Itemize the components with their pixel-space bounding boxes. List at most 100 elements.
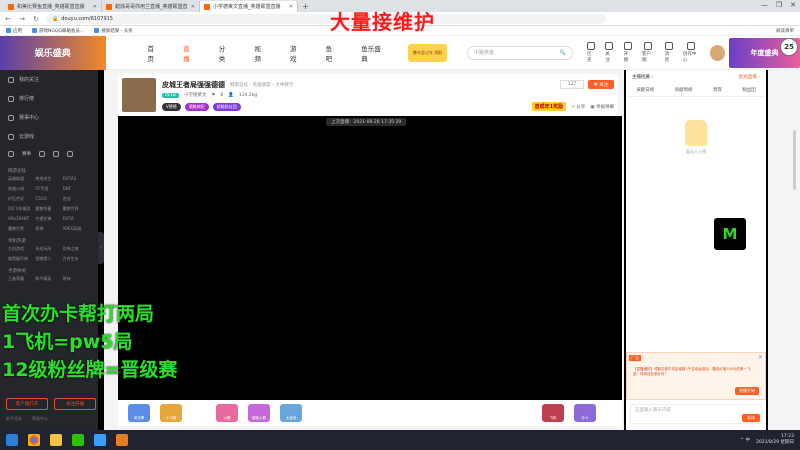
footer-link[interactable]: 新手任务 — [6, 416, 22, 422]
category-link[interactable]: CSGO — [35, 196, 62, 202]
tray-icons[interactable]: ^ 中 — [740, 437, 750, 443]
category-link[interactable]: 穿越火线 — [8, 186, 35, 192]
sidebar-item-events[interactable]: 赛事中心 — [0, 108, 98, 127]
category-link[interactable]: DOTA2 — [63, 176, 90, 182]
close-window-icon[interactable]: ✕ — [790, 1, 796, 9]
category-link[interactable]: 原神 — [35, 226, 62, 232]
chat-icon[interactable] — [94, 434, 106, 446]
trophy-icon[interactable] — [53, 151, 59, 157]
category-link[interactable]: DOTA — [63, 216, 90, 222]
streamer-avatar[interactable] — [122, 78, 156, 112]
reading-list[interactable]: 阅读清单 — [776, 28, 794, 34]
close-icon[interactable]: ✕ — [758, 354, 763, 361]
category-link[interactable]: 魔兽世界 — [63, 206, 90, 212]
category-link[interactable]: 原神 — [63, 276, 90, 282]
nav-game[interactable]: 游戏 — [278, 36, 314, 70]
sport-icon[interactable] — [8, 151, 14, 157]
browser-tab[interactable]: 蜡烛哥哥你用兰直播_英雄联盟直 ✕ — [102, 1, 200, 12]
follow-live-button[interactable]: 关注开播 — [54, 398, 96, 410]
reload-icon[interactable]: ↻ — [32, 15, 40, 23]
site-logo[interactable]: 娱乐盛典 — [0, 35, 106, 70]
category-link[interactable]: 英雄联盟 — [8, 176, 35, 182]
share-button[interactable]: ↗ 分享 — [571, 104, 585, 110]
browser-tab[interactable]: 和美比赛鱼直播_英雄联盟直播 ✕ — [4, 1, 102, 12]
maximize-icon[interactable]: ❐ — [776, 1, 782, 9]
category-link[interactable]: APEX英雄 — [63, 226, 90, 232]
ad-box[interactable]: 广告 ✕ 【直播通知】领取过程中将会抽取1千名幸运观众，赠送价值100元的第一飞… — [626, 352, 766, 400]
search-icon[interactable]: 🔍 — [560, 50, 566, 56]
gamepad-icon[interactable] — [39, 151, 45, 157]
sidebar-item-following[interactable]: 我的关注 — [0, 70, 98, 89]
tab-weekly-rank[interactable]: 贡献周榜 — [675, 87, 693, 93]
gift-item[interactable]: 飞机 — [542, 404, 564, 422]
close-tab-icon[interactable]: ✕ — [191, 4, 195, 10]
room-tag[interactable]: 超能粉丝团 — [212, 103, 241, 111]
gift-item[interactable]: 荧光棒 — [128, 404, 150, 422]
monster-energy-logo[interactable]: M — [714, 218, 746, 250]
bookmark-item[interactable]: 应用 — [6, 27, 22, 34]
category-link[interactable]: DNF — [63, 186, 90, 192]
game-icon[interactable] — [116, 434, 128, 446]
tab-fan-club[interactable]: 粉丝团 — [742, 87, 756, 93]
follow-room-button[interactable]: ♥ 关注 — [588, 80, 614, 89]
nav-home[interactable]: 首页 — [136, 36, 172, 70]
nav-category[interactable]: 分类 — [207, 36, 243, 70]
category-link[interactable]: 永劫无间 — [35, 246, 62, 252]
anchor-recruit-link[interactable]: 主播招募 › — [632, 74, 653, 80]
forward-icon[interactable]: → — [18, 15, 26, 23]
send-button[interactable]: 发送 — [742, 414, 760, 422]
bookmark-item[interactable]: 搜索结果 - 头条 — [94, 27, 133, 34]
nav-video[interactable]: 视频 — [242, 36, 278, 70]
user-avatar[interactable] — [709, 44, 725, 61]
folder-icon[interactable] — [50, 434, 62, 446]
start-icon[interactable] — [6, 434, 18, 446]
sidebar-item-ranking[interactable]: 排行榜 — [0, 89, 98, 108]
gift-item[interactable]: 超级火箭 — [248, 404, 270, 422]
category-link[interactable]: QQ飞车端游 — [8, 206, 35, 212]
close-tab-icon[interactable]: ✕ — [289, 4, 293, 10]
ad-button[interactable]: 直播开始 — [735, 387, 759, 395]
category-link[interactable]: VALORANT — [8, 216, 35, 222]
fish-live-link[interactable]: 鱼丸直播 › — [739, 74, 760, 80]
minimize-icon[interactable]: — — [761, 1, 768, 9]
room-tag[interactable]: 颈椎病犯 — [184, 103, 209, 111]
tab-vip[interactable]: 贵宾 — [713, 87, 722, 93]
first-recharge-badge[interactable]: 首成年1奖励 — [531, 102, 567, 111]
open-client-button[interactable]: 客户端打开 — [6, 398, 48, 410]
gift-item[interactable]: 大宝剑 — [280, 404, 302, 422]
category-link[interactable]: 逆战 — [63, 196, 90, 202]
back-icon[interactable]: ← — [4, 15, 12, 23]
room-tag[interactable]: V德德 — [162, 103, 181, 111]
clock[interactable]: 17:23 2021/8/29 星期日 — [756, 434, 794, 446]
creator-button[interactable]: 创作中心 — [683, 42, 700, 63]
category-link[interactable]: 和平精英 — [35, 276, 62, 282]
bookmark-item[interactable]: 游戏NGQQ邮箱会员... — [32, 27, 84, 34]
category-link[interactable]: 方舟生存 — [63, 256, 90, 262]
video-player[interactable]: 上次直播：2021-08-28 17:35:29 — [118, 116, 622, 400]
category-link[interactable]: 魔兽争霸 — [35, 206, 62, 212]
browser-tab-active[interactable]: 小学德莱文直播_英雄联盟直播 ✕ — [200, 1, 298, 12]
room-category[interactable]: 网游竞技 › 英雄联盟 › 大神教学 — [230, 82, 293, 88]
client-button[interactable]: 客户端 — [642, 42, 655, 63]
close-tab-icon[interactable]: ✕ — [93, 4, 97, 10]
open-live-button[interactable]: 开播 — [624, 42, 632, 63]
gift-item[interactable]: 火箭 — [216, 404, 238, 422]
chrome-icon[interactable] — [28, 434, 40, 446]
category-link[interactable]: 炉石传说 — [8, 196, 35, 202]
category-link[interactable]: 王者荣耀 — [8, 276, 35, 282]
new-tab-button[interactable]: + — [302, 2, 309, 12]
url-field[interactable]: 🔒 douyu.com/6107915 — [46, 13, 606, 24]
follow-button[interactable]: 关注 — [605, 42, 614, 63]
category-link[interactable]: 恐怖之夜 — [63, 246, 90, 252]
star-icon[interactable] — [67, 151, 73, 157]
category-link[interactable]: 魔兽世界 — [8, 226, 35, 232]
nav-festival[interactable]: 鱼乐盛典 — [349, 36, 396, 70]
message-button[interactable]: 消息 — [665, 42, 673, 63]
category-link[interactable]: 绝地求生 — [35, 176, 62, 182]
category-link[interactable]: 怪物猎人 — [35, 256, 62, 262]
category-link[interactable]: 暗黑破坏神 — [8, 256, 35, 262]
report-button[interactable]: ▣ 举报弹幕 — [590, 104, 614, 110]
promo-badge[interactable]: 撒年会过年 领取 — [408, 43, 447, 62]
streamer-name[interactable]: 小学德莱文 — [184, 92, 207, 98]
wechat-icon[interactable] — [72, 434, 84, 446]
